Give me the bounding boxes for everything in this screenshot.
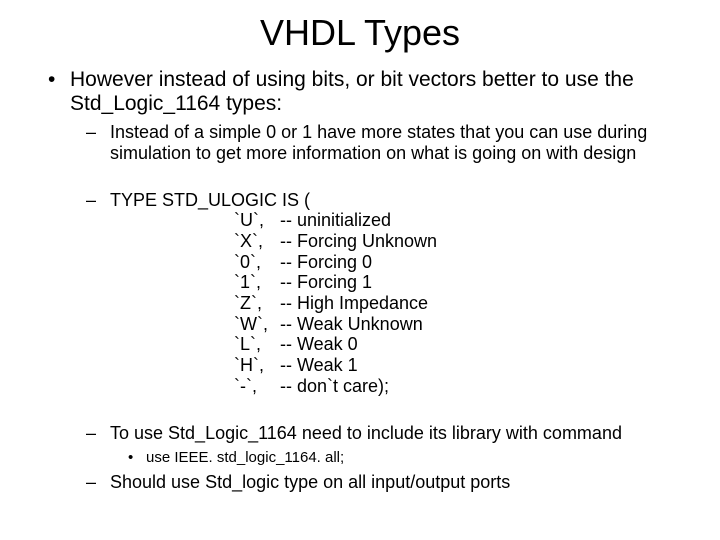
bullet-dot-icon: • [128,449,146,466]
type-head: TYPE STD_ULOGIC IS ( [110,190,702,211]
bullet-level2: – Instead of a simple 0 or 1 have more s… [86,122,702,163]
enum-symbol: `H`, [234,355,280,376]
enum-row: `Z`,-- High Impedance [110,293,702,314]
bullet-level2: – TYPE STD_ULOGIC IS ( `U`,-- uninitiali… [86,190,702,397]
enum-symbol: `0`, [234,252,280,273]
enum-row: `-`,-- don`t care); [110,376,702,397]
enum-comment: -- Weak Unknown [280,314,423,335]
enum-comment: -- Weak 1 [280,355,358,376]
enum-comment: -- Forcing Unknown [280,231,437,252]
enum-symbol: `L`, [234,334,280,355]
enum-comment: -- Forcing 0 [280,252,372,273]
enum-comment: -- High Impedance [280,293,428,314]
bullet-level3: • use IEEE. std_logic_1164. all; [128,449,702,466]
enum-comment: -- Forcing 1 [280,272,372,293]
enum-row: `X`,-- Forcing Unknown [110,231,702,252]
bullet-text: To use Std_Logic_1164 need to include it… [110,423,622,444]
enum-symbol: `X`, [234,231,280,252]
bullet-text: Instead of a simple 0 or 1 have more sta… [110,122,702,163]
bullet-dash-icon: – [86,423,110,444]
enum-comment: -- don`t care); [280,376,389,397]
type-definition: TYPE STD_ULOGIC IS ( `U`,-- uninitialize… [110,190,702,397]
bullet-dot-icon: • [48,68,70,116]
enum-comment: -- uninitialized [280,210,391,231]
bullet-level2: – To use Std_Logic_1164 need to include … [86,423,702,444]
enum-row: `W`,-- Weak Unknown [110,314,702,335]
enum-symbol: `W`, [234,314,280,335]
bullet-text: Should use Std_logic type on all input/o… [110,472,510,493]
bullet-dash-icon: – [86,190,110,397]
enum-comment: -- Weak 0 [280,334,358,355]
bullet-dash-icon: – [86,472,110,493]
enum-row: `L`,-- Weak 0 [110,334,702,355]
slide: VHDL Types • However instead of using bi… [0,0,720,540]
bullet-text: use IEEE. std_logic_1164. all; [146,449,344,466]
enum-symbol: `U`, [234,210,280,231]
bullet-level2: – Should use Std_logic type on all input… [86,472,702,493]
enum-row: `H`,-- Weak 1 [110,355,702,376]
enum-symbol: `-`, [234,376,280,397]
bullet-text: However instead of using bits, or bit ve… [70,68,702,116]
bullet-level1: • However instead of using bits, or bit … [48,68,702,116]
enum-symbol: `1`, [234,272,280,293]
slide-title: VHDL Types [18,12,702,54]
enum-row: `0`,-- Forcing 0 [110,252,702,273]
enum-row: `1`,-- Forcing 1 [110,272,702,293]
enum-row: `U`,-- uninitialized [110,210,702,231]
bullet-dash-icon: – [86,122,110,163]
enum-symbol: `Z`, [234,293,280,314]
